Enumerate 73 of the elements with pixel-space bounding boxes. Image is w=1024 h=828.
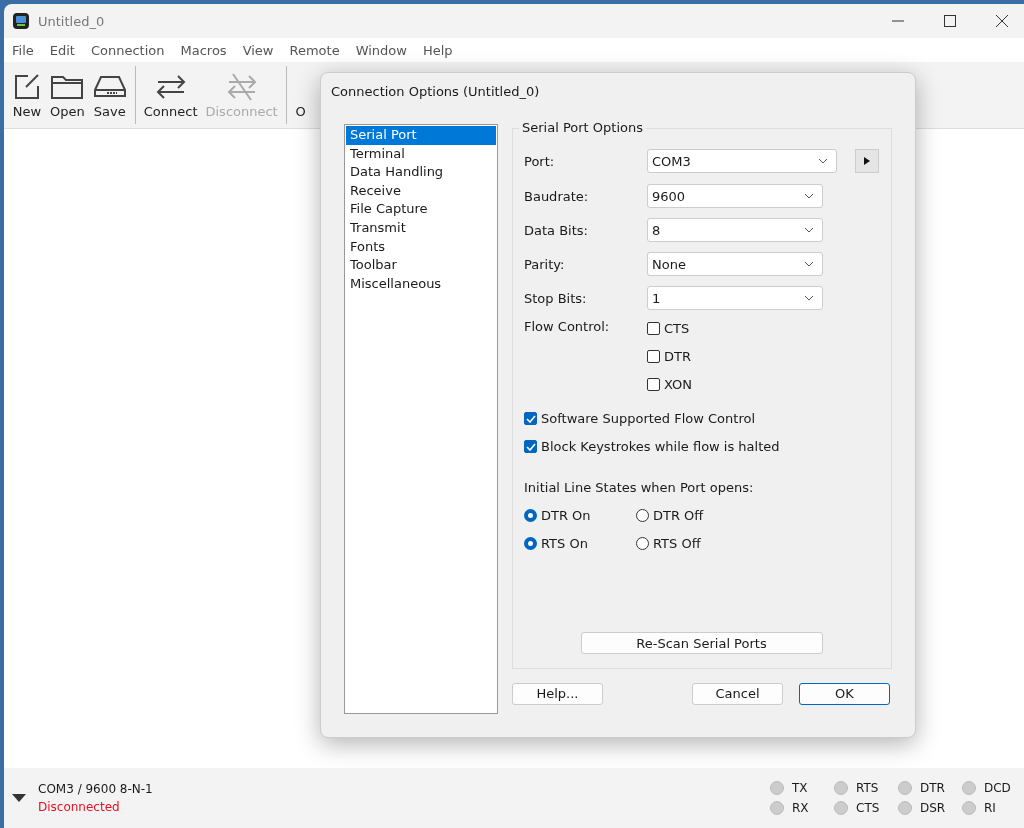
- light-label: RX: [792, 801, 809, 815]
- dropdown-field[interactable]: None: [647, 252, 823, 276]
- dropdown-arrow-icon[interactable]: [12, 794, 26, 802]
- dropdown-field[interactable]: 1: [647, 286, 823, 310]
- dialog-title: Connection Options (Untitled_0): [330, 82, 541, 101]
- menu-item[interactable]: View: [242, 42, 274, 58]
- radio-button[interactable]: DTR On: [524, 507, 636, 523]
- radio-button[interactable]: RTS Off: [636, 535, 748, 551]
- connection-state: Disconnected: [38, 800, 121, 814]
- app-icon: [12, 12, 30, 30]
- new-file-icon: [12, 71, 42, 102]
- dropdown-field[interactable]: COM3: [647, 149, 837, 173]
- chevron-down-icon: [804, 261, 814, 267]
- field-label: Data Bits:: [524, 222, 589, 238]
- menu-item[interactable]: File: [12, 42, 34, 58]
- menu-item[interactable]: Connection: [90, 42, 165, 58]
- category-item[interactable]: Data Handling: [346, 163, 496, 182]
- expand-button[interactable]: [855, 149, 879, 173]
- category-item[interactable]: Terminal: [346, 144, 496, 164]
- category-item[interactable]: Receive: [346, 181, 496, 201]
- category-item[interactable]: Miscellaneous: [346, 274, 496, 294]
- chevron-down-icon: [804, 227, 814, 233]
- light-label: TX: [792, 781, 808, 795]
- checkbox[interactable]: DTR: [647, 347, 693, 366]
- dialog-button[interactable]: OK: [799, 682, 890, 705]
- menu-item[interactable]: Macros: [180, 42, 227, 58]
- triangle-right-icon: [864, 157, 870, 165]
- light-label: RI: [984, 801, 996, 815]
- checkbox[interactable]: Block Keystrokes while flow is halted: [524, 437, 879, 456]
- dialog-button[interactable]: Help...: [512, 682, 603, 705]
- toolbar-button[interactable]: Connect: [139, 62, 202, 128]
- radio-button[interactable]: RTS On: [524, 535, 636, 551]
- section-label: Initial Line States when Port opens:: [524, 480, 755, 495]
- light-label: RTS: [856, 781, 879, 795]
- field-label: Stop Bits:: [524, 290, 588, 306]
- dialog-button[interactable]: Cancel: [692, 682, 783, 705]
- category-item[interactable]: Fonts: [346, 237, 496, 257]
- menu-item[interactable]: Edit: [49, 42, 75, 58]
- dropdown-field[interactable]: 9600: [647, 184, 823, 208]
- field-label: Baudrate:: [524, 188, 590, 204]
- field-label: Port:: [524, 153, 556, 169]
- rescan-button[interactable]: Re-Scan Serial Ports: [580, 632, 823, 654]
- checkbox[interactable]: XON: [647, 375, 693, 394]
- category-item[interactable]: Serial Port: [346, 126, 496, 145]
- toolbar-button[interactable]: O: [290, 62, 311, 128]
- toolbar-button[interactable]: Open: [46, 62, 89, 128]
- checkbox[interactable]: CTS: [647, 319, 693, 338]
- window-title: Untitled_0: [38, 13, 105, 29]
- chevron-down-icon: [804, 295, 814, 301]
- radio-button[interactable]: DTR Off: [636, 507, 748, 523]
- category-item[interactable]: File Capture: [346, 200, 496, 219]
- light-label: CTS: [856, 801, 880, 815]
- chevron-down-icon: [818, 158, 828, 164]
- group-title: Serial Port Options: [519, 120, 646, 135]
- toolbar-button[interactable]: New: [8, 62, 46, 128]
- maximize-icon[interactable]: [944, 15, 956, 27]
- checkbox[interactable]: Software Supported Flow Control: [524, 409, 879, 428]
- close-icon[interactable]: [996, 15, 1008, 27]
- menu-item[interactable]: Remote: [289, 42, 340, 58]
- category-item[interactable]: Transmit: [346, 218, 496, 238]
- menu-item[interactable]: Help: [422, 42, 453, 58]
- light-label: DSR: [920, 801, 946, 815]
- chevron-down-icon: [804, 193, 814, 199]
- field-label: Flow Control:: [524, 319, 611, 336]
- dropdown-field[interactable]: 8: [647, 218, 823, 242]
- light-label: DTR: [920, 781, 945, 795]
- light-label: DCD: [984, 781, 1011, 795]
- menu-item[interactable]: Window: [355, 42, 407, 58]
- category-list[interactable]: Serial Port Terminal Data Handling Receive File Capture Transmit Fonts Toolbar Miscellaneous: [344, 124, 498, 714]
- toolbar-button[interactable]: Save: [88, 62, 131, 128]
- port-summary: COM3 / 9600 8-N-1: [38, 782, 153, 796]
- field-label: Parity:: [524, 256, 566, 272]
- category-item[interactable]: Toolbar: [346, 256, 496, 275]
